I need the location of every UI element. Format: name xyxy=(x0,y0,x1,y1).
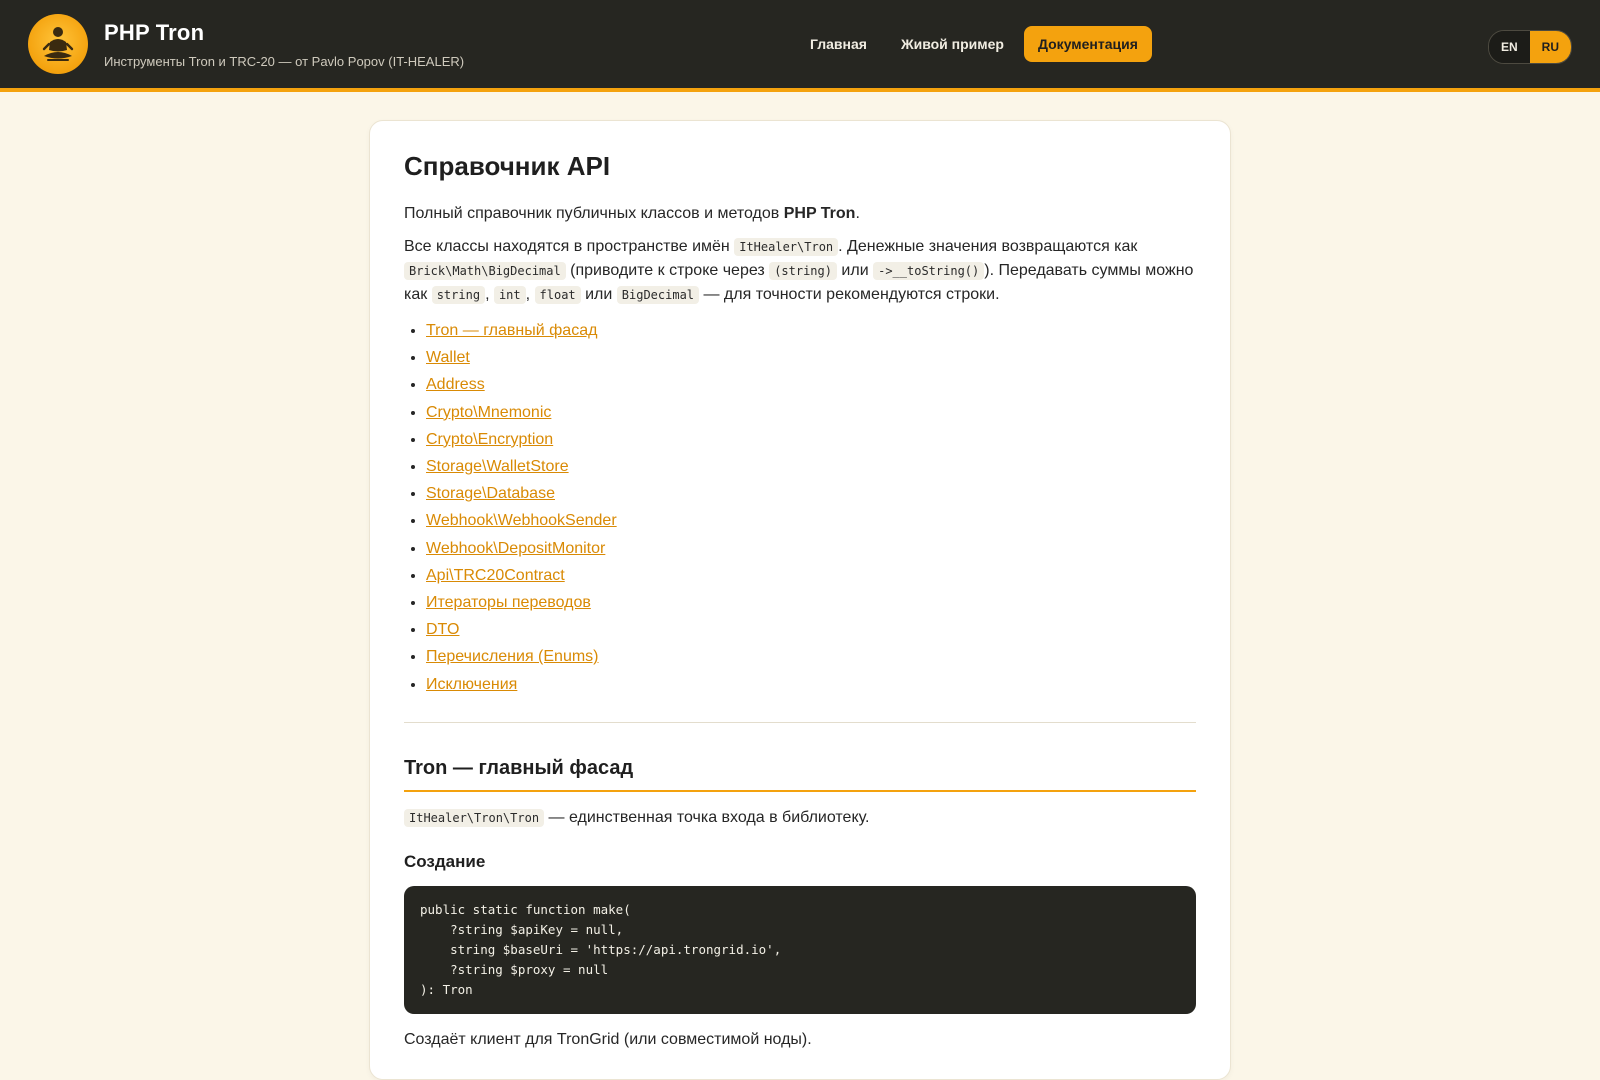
ns-code-string-cast: (string) xyxy=(769,262,837,280)
toc-link-iterators[interactable]: Итераторы переводов xyxy=(426,594,591,611)
toc-item: Address xyxy=(426,371,1196,398)
code-block-make[interactable]: public static function make( ?string $ap… xyxy=(404,885,1196,1014)
toc-link-depositmonitor[interactable]: Webhook\DepositMonitor xyxy=(426,540,605,557)
make-description: Создаёт клиент для TronGrid (или совмест… xyxy=(404,1030,812,1048)
toc-link-trc20contract[interactable]: Api\TRC20Contract xyxy=(426,567,565,584)
ns-text-8: или xyxy=(580,286,617,303)
ns-text-7: , xyxy=(525,286,535,303)
toc-item: Перечисления (Enums) xyxy=(426,643,1196,670)
toc-link-walletstore[interactable]: Storage\WalletStore xyxy=(426,458,569,475)
intro-bold: PHP Tron xyxy=(783,205,856,222)
section-title-tron: Tron — главный фасад xyxy=(404,757,1196,792)
language-switcher: EN RU xyxy=(1487,30,1572,64)
meditating-figure-logo-icon[interactable] xyxy=(28,14,88,74)
section-desc-text: — единственная точка входа в библиотеку. xyxy=(544,808,870,826)
brand-subtitle: Инструменты Tron и TRC-20 — от Pavlo Pop… xyxy=(104,53,465,69)
section-description: ItHealer\Tron\Tron — единственная точка … xyxy=(404,806,1196,830)
toc-item: Storage\WalletStore xyxy=(426,453,1196,480)
ns-text-9: — для точности рекомендуются строки. xyxy=(699,286,1000,303)
subsection-title-create: Создание xyxy=(404,851,486,871)
toc-link-encryption[interactable]: Crypto\Encryption xyxy=(426,431,553,448)
ns-code-bigdecimal-class: Brick\Math\BigDecimal xyxy=(404,262,566,280)
toc-link-exceptions[interactable]: Исключения xyxy=(426,676,517,693)
nav-home[interactable]: Главная xyxy=(796,26,881,62)
toc-link-webhooksender[interactable]: Webhook\WebhookSender xyxy=(426,512,617,529)
toc-item: Webhook\DepositMonitor xyxy=(426,535,1196,562)
toc-item: Wallet xyxy=(426,344,1196,371)
intro-suffix: . xyxy=(855,205,860,222)
ns-text-6: , xyxy=(485,286,494,303)
intro-paragraph: Полный справочник публичных классов и ме… xyxy=(404,202,1196,225)
toc-item: Исключения xyxy=(426,671,1196,698)
ns-code-float: float xyxy=(534,286,581,304)
toc-link-database[interactable]: Storage\Database xyxy=(426,485,555,502)
toc-item: Crypto\Mnemonic xyxy=(426,399,1196,426)
toc-link-dto[interactable]: DTO xyxy=(426,621,459,638)
nav-live-demo[interactable]: Живой пример xyxy=(887,26,1018,62)
lang-ru-button[interactable]: RU xyxy=(1529,31,1571,63)
ns-code-int: int xyxy=(493,286,526,304)
intro-text: Полный справочник публичных классов и ме… xyxy=(404,205,784,222)
page-title: Справочник API xyxy=(404,151,611,181)
table-of-contents: Tron — главный фасад Wallet Address Cryp… xyxy=(426,317,1196,698)
toc-link-mnemonic[interactable]: Crypto\Mnemonic xyxy=(426,404,551,421)
toc-item: Webhook\WebhookSender xyxy=(426,507,1196,534)
nav-documentation[interactable]: Документация xyxy=(1023,26,1152,62)
toc-item: Итераторы переводов xyxy=(426,589,1196,616)
toc-link-address[interactable]: Address xyxy=(426,376,485,393)
brand-title[interactable]: PHP Tron xyxy=(104,20,464,46)
ns-text-3: (приводите к строке через xyxy=(565,262,770,279)
docs-card: Справочник API Полный справочник публичн… xyxy=(369,120,1231,1080)
toc-item: Crypto\Encryption xyxy=(426,426,1196,453)
toc-link-wallet[interactable]: Wallet xyxy=(426,349,470,366)
brand: PHP Tron Инструменты Tron и TRC-20 — от … xyxy=(104,20,464,69)
ns-code-string: string xyxy=(431,286,486,304)
toc-item: DTO xyxy=(426,616,1196,643)
toc-item: Api\TRC20Contract xyxy=(426,562,1196,589)
section-desc-code: ItHealer\Tron\Tron xyxy=(404,808,545,827)
lang-en-button[interactable]: EN xyxy=(1488,31,1530,63)
ns-text-1: Все классы находятся в пространстве имён xyxy=(404,238,735,255)
top-header: PHP Tron Инструменты Tron и TRC-20 — от … xyxy=(0,0,1600,92)
ns-text-4: или xyxy=(836,262,874,279)
toc-link-enums[interactable]: Перечисления (Enums) xyxy=(426,648,599,665)
main-nav: Главная Живой пример Документация xyxy=(796,26,1152,62)
section-divider xyxy=(404,721,1196,723)
ns-code-bigdecimal: BigDecimal xyxy=(616,286,700,304)
toc-item: Storage\Database xyxy=(426,480,1196,507)
toc-link-tron[interactable]: Tron — главный фасад xyxy=(426,322,597,339)
namespace-paragraph: Все классы находятся в пространстве имён… xyxy=(404,235,1196,307)
ns-text-2: . Денежные значения возвращаются как xyxy=(838,238,1138,255)
ns-code-tostring: ->__toString() xyxy=(873,262,985,280)
toc-item: Tron — главный фасад xyxy=(426,317,1196,344)
ns-code-namespace: ItHealer\Tron xyxy=(734,238,839,256)
